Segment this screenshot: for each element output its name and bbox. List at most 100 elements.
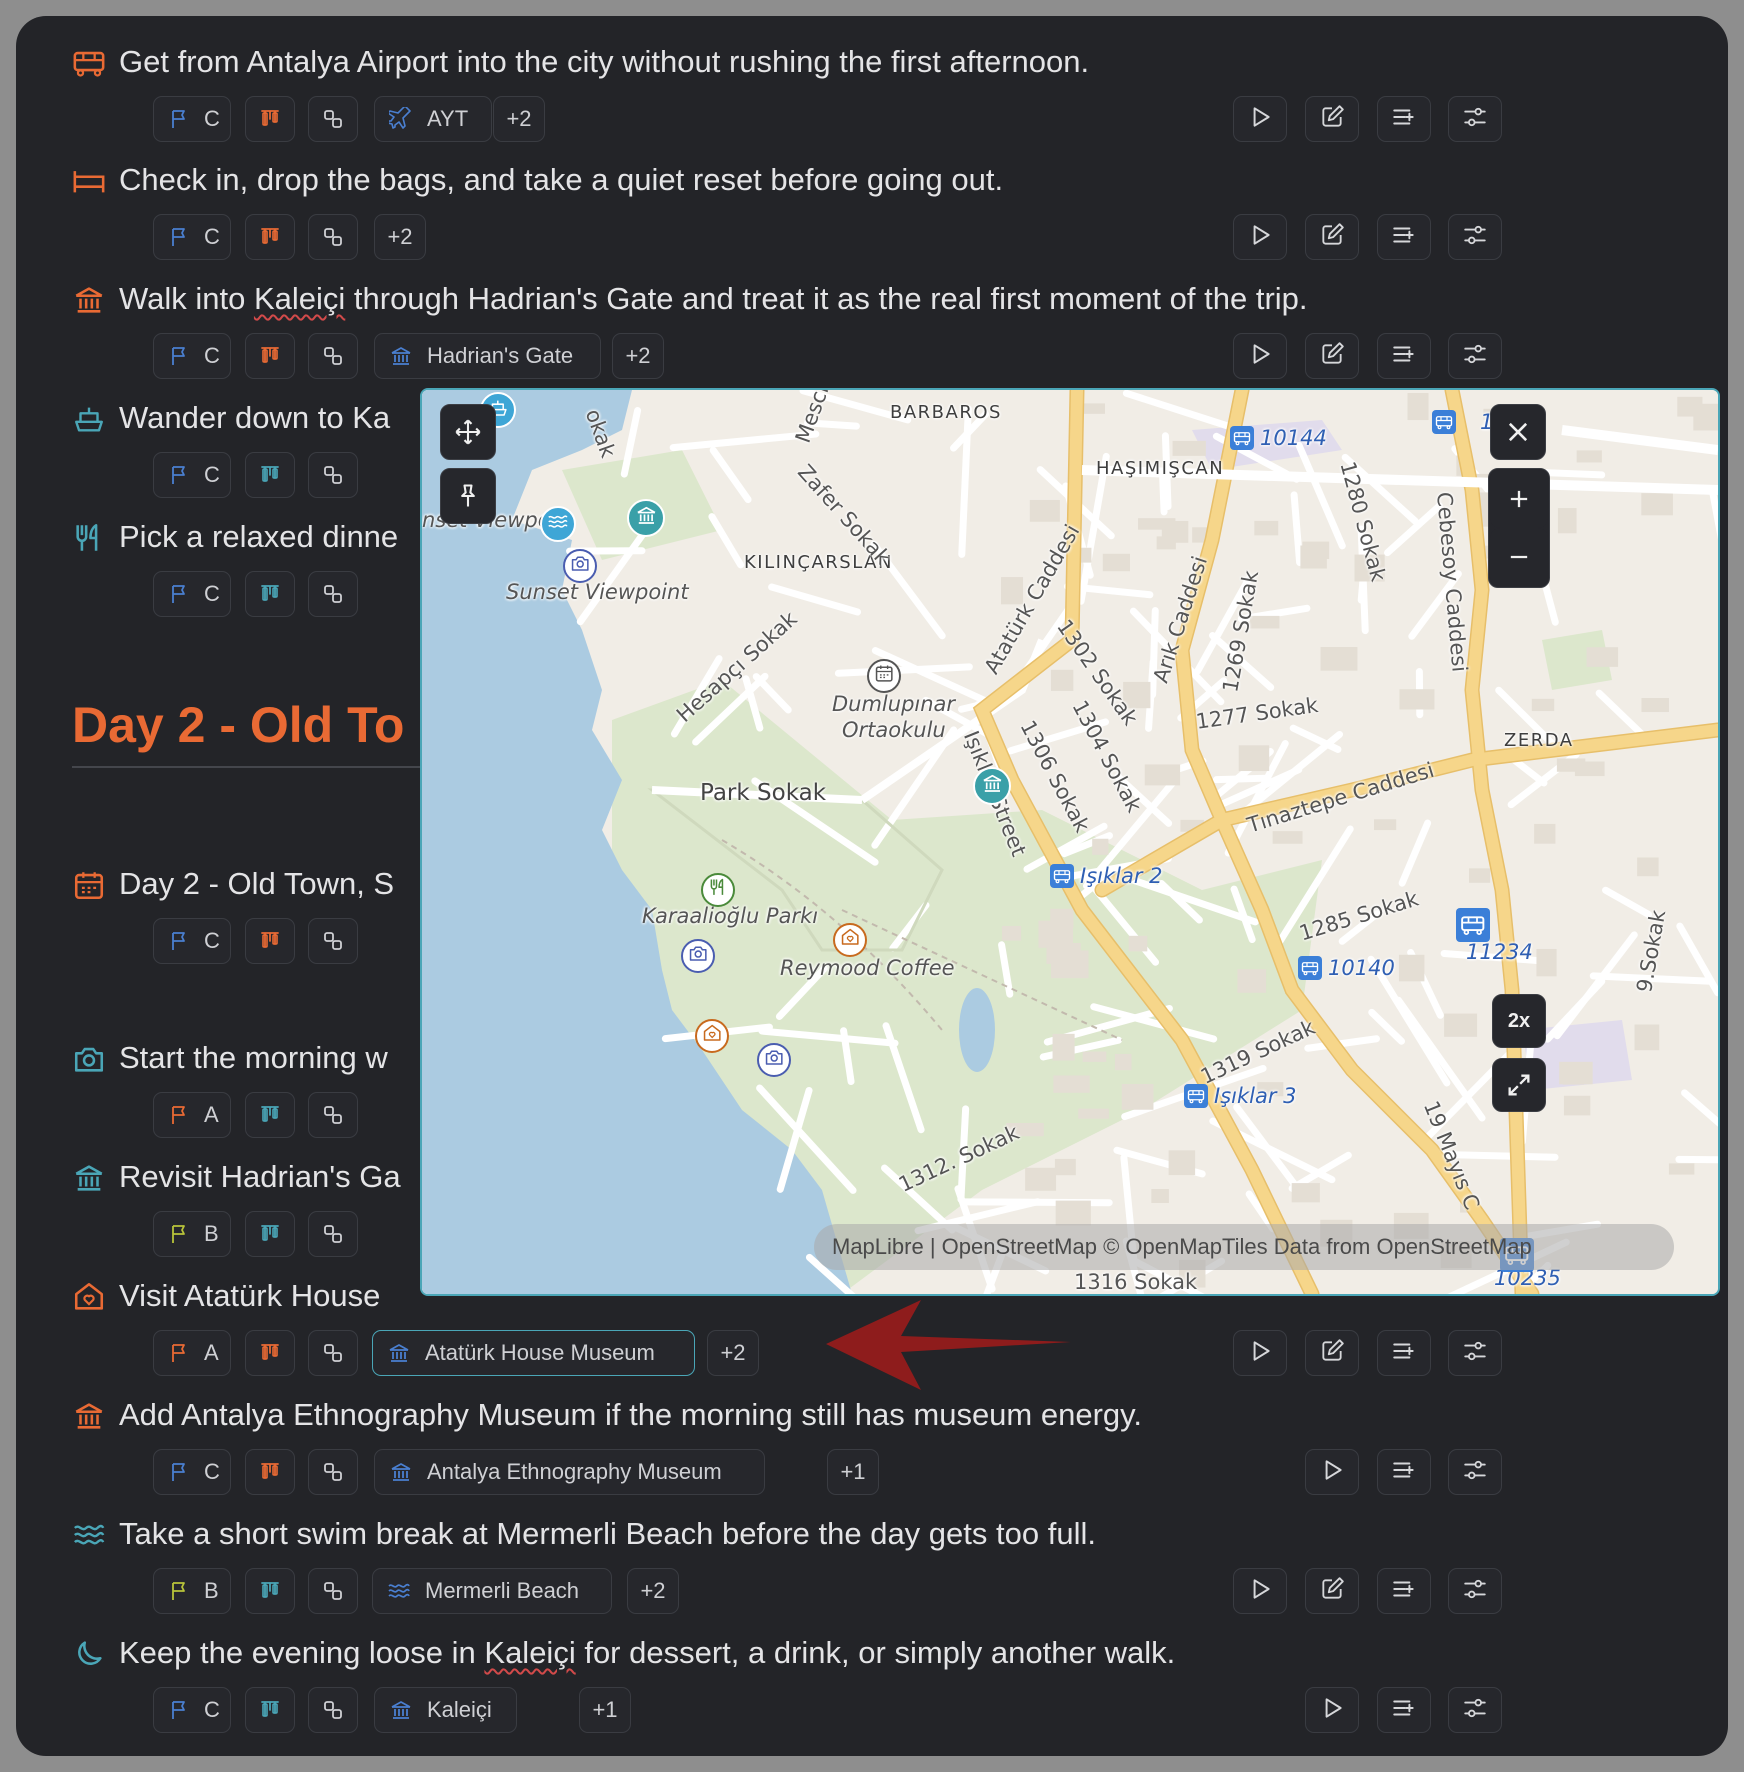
- edit-notes-button[interactable]: [1305, 96, 1359, 142]
- more-places-chip[interactable]: +1: [827, 1449, 879, 1495]
- task-title[interactable]: Wander down to Ka: [119, 400, 390, 436]
- place-chip[interactable]: Antalya Ethnography Museum: [374, 1449, 765, 1495]
- task-settings-button[interactable]: [1448, 96, 1502, 142]
- task-settings-button[interactable]: [1448, 1449, 1502, 1495]
- play-button[interactable]: [1233, 1330, 1287, 1376]
- map-poi-park-tree-icon[interactable]: [701, 873, 735, 907]
- play-button[interactable]: [1233, 214, 1287, 260]
- link-chip[interactable]: [308, 452, 358, 498]
- more-places-chip[interactable]: +2: [707, 1330, 759, 1376]
- task-title[interactable]: Add Antalya Ethnography Museum if the mo…: [119, 1397, 1142, 1433]
- place-chip[interactable]: Hadrian's Gate: [374, 333, 601, 379]
- priority-chip[interactable]: C: [153, 214, 231, 260]
- status-chip[interactable]: [245, 452, 295, 498]
- status-chip[interactable]: [245, 1687, 295, 1733]
- link-chip[interactable]: [308, 1568, 358, 1614]
- link-chip[interactable]: [308, 918, 358, 964]
- priority-chip[interactable]: C: [153, 1687, 231, 1733]
- zoom-in-button[interactable]: [1490, 470, 1548, 528]
- priority-chip[interactable]: C: [153, 571, 231, 617]
- status-chip[interactable]: [245, 1449, 295, 1495]
- edit-notes-button[interactable]: [1305, 214, 1359, 260]
- play-button[interactable]: [1233, 1568, 1287, 1614]
- task-title[interactable]: Pick a relaxed dinne: [119, 519, 398, 555]
- priority-chip[interactable]: C: [153, 452, 231, 498]
- add-subtask-button[interactable]: [1377, 1687, 1431, 1733]
- play-button[interactable]: [1305, 1687, 1359, 1733]
- add-subtask-button[interactable]: [1377, 96, 1431, 142]
- close-map-button[interactable]: [1490, 404, 1546, 460]
- status-chip[interactable]: [245, 96, 295, 142]
- link-chip[interactable]: [308, 1092, 358, 1138]
- status-chip[interactable]: [245, 918, 295, 964]
- play-button[interactable]: [1233, 333, 1287, 379]
- play-button[interactable]: [1305, 1449, 1359, 1495]
- place-chip[interactable]: Atatürk House Museum: [372, 1330, 695, 1376]
- task-settings-button[interactable]: [1448, 1330, 1502, 1376]
- map-poi-school-icon[interactable]: [867, 659, 901, 693]
- link-chip[interactable]: [308, 333, 358, 379]
- move-map-button[interactable]: [440, 404, 496, 460]
- more-places-chip[interactable]: +2: [493, 96, 545, 142]
- task-title[interactable]: Get from Antalya Airport into the city w…: [119, 44, 1089, 80]
- expand-map-button[interactable]: [1492, 1058, 1546, 1112]
- status-chip[interactable]: [245, 333, 295, 379]
- task-title[interactable]: Revisit Hadrian's Ga: [119, 1159, 401, 1195]
- place-chip[interactable]: Kaleiçi: [374, 1687, 517, 1733]
- map-poi-museum-icon[interactable]: [973, 767, 1011, 805]
- link-chip[interactable]: [308, 96, 358, 142]
- link-chip[interactable]: [308, 571, 358, 617]
- link-chip[interactable]: [308, 1687, 358, 1733]
- map-poi-camera-icon[interactable]: [681, 939, 715, 973]
- priority-chip[interactable]: A: [153, 1330, 231, 1376]
- zoom-out-button[interactable]: [1490, 528, 1548, 586]
- status-chip[interactable]: [245, 1092, 295, 1138]
- add-subtask-button[interactable]: [1377, 214, 1431, 260]
- status-chip[interactable]: [245, 571, 295, 617]
- status-chip[interactable]: [245, 214, 295, 260]
- task-settings-button[interactable]: [1448, 333, 1502, 379]
- place-chip[interactable]: AYT: [374, 96, 492, 142]
- task-title[interactable]: Walk into Kaleiçi through Hadrian's Gate…: [119, 281, 1308, 317]
- more-places-chip[interactable]: +2: [627, 1568, 679, 1614]
- status-chip[interactable]: [245, 1330, 295, 1376]
- add-subtask-button[interactable]: [1377, 1449, 1431, 1495]
- pin-map-button[interactable]: [440, 468, 496, 524]
- link-chip[interactable]: [308, 1449, 358, 1495]
- priority-chip[interactable]: C: [153, 1449, 231, 1495]
- add-subtask-button[interactable]: [1377, 1330, 1431, 1376]
- map-poi-camera-icon[interactable]: [757, 1043, 791, 1077]
- map-poi-museum-icon[interactable]: [627, 499, 665, 537]
- task-title[interactable]: Day 2 - Old Town, S: [119, 866, 394, 902]
- task-title[interactable]: Take a short swim break at Mermerli Beac…: [119, 1516, 1096, 1552]
- status-chip[interactable]: [245, 1568, 295, 1614]
- task-settings-button[interactable]: [1448, 214, 1502, 260]
- map-popup[interactable]: BARBAROS HAŞIMIŞCAN KILINÇARSLAN ZERDA Zafer…: [420, 388, 1720, 1296]
- task-title[interactable]: Keep the evening loose in Kaleiçi for de…: [119, 1635, 1175, 1671]
- link-chip[interactable]: [308, 214, 358, 260]
- task-settings-button[interactable]: [1448, 1568, 1502, 1614]
- add-subtask-button[interactable]: [1377, 1568, 1431, 1614]
- more-places-chip[interactable]: +2: [374, 214, 426, 260]
- place-chip[interactable]: Mermerli Beach: [372, 1568, 612, 1614]
- zoom-level-badge[interactable]: 2x: [1492, 994, 1546, 1048]
- priority-chip[interactable]: C: [153, 96, 231, 142]
- more-places-chip[interactable]: +2: [612, 333, 664, 379]
- task-title[interactable]: Check in, drop the bags, and take a quie…: [119, 162, 1003, 198]
- priority-chip[interactable]: B: [153, 1211, 231, 1257]
- priority-chip[interactable]: B: [153, 1568, 231, 1614]
- map-poi-viewpoint-water-icon[interactable]: [540, 506, 576, 542]
- edit-notes-button[interactable]: [1305, 333, 1359, 379]
- priority-chip[interactable]: C: [153, 918, 231, 964]
- add-subtask-button[interactable]: [1377, 333, 1431, 379]
- priority-chip[interactable]: C: [153, 333, 231, 379]
- map-poi-cafe-icon[interactable]: [695, 1019, 729, 1053]
- edit-notes-button[interactable]: [1305, 1330, 1359, 1376]
- more-places-chip[interactable]: +1: [579, 1687, 631, 1733]
- status-chip[interactable]: [245, 1211, 295, 1257]
- task-title[interactable]: Start the morning w: [119, 1040, 388, 1076]
- play-button[interactable]: [1233, 96, 1287, 142]
- task-title[interactable]: Visit Atatürk House: [119, 1278, 380, 1314]
- link-chip[interactable]: [308, 1211, 358, 1257]
- map-poi-cafe-icon[interactable]: [833, 923, 867, 957]
